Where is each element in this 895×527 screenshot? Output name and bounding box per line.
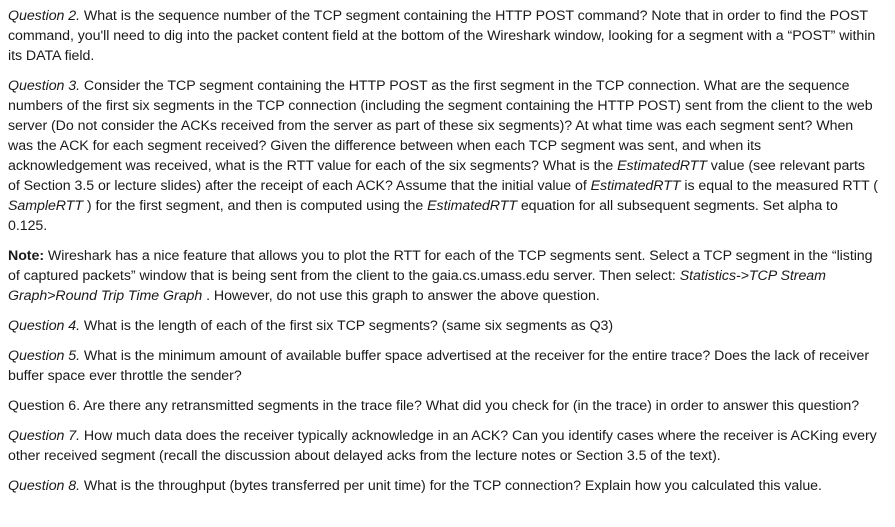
question-3-term-2: EstimatedRTT [590,178,681,194]
question-3-text-4: ) for the first segment, and then is com… [82,198,428,214]
question-7-text: How much data does the receiver typicall… [8,428,877,464]
question-4-label: Question 4. [8,318,81,334]
question-4: Question 4. What is the length of each o… [8,316,878,336]
question-6-text: Question 6. Are there any retransmitted … [8,398,860,414]
question-7: Question 7. How much data does the recei… [8,426,878,466]
question-3-label: Question 3. [8,78,81,94]
note-label: Note: [8,248,45,264]
question-3-text-3: is equal to the measured RTT ( [680,178,878,194]
question-8-text: What is the throughput (bytes transferre… [80,478,822,494]
question-8-label: Question 8. [8,478,81,494]
question-6: Question 6. Are there any retransmitted … [8,396,878,416]
question-3-term-1: EstimatedRTT [617,158,707,174]
question-5-text: What is the minimum amount of available … [8,348,870,384]
question-2: Question 2. What is the sequence number … [8,6,878,66]
question-2-label: Question 2. [8,8,81,24]
question-3-term-4: EstimatedRTT [427,198,517,214]
question-5: Question 5. What is the minimum amount o… [8,346,878,386]
question-2-text: What is the sequence number of the TCP s… [8,8,876,64]
question-4-text: What is the length of each of the first … [80,318,614,334]
question-8: Question 8. What is the throughput (byte… [8,476,878,496]
question-3-term-3: SampleRTT [8,198,83,214]
document-body: Question 2. What is the sequence number … [8,6,878,506]
question-3: Question 3. Consider the TCP segment con… [8,76,878,236]
question-5-label: Question 5. [8,348,81,364]
note-paragraph: Note: Wireshark has a nice feature that … [8,246,878,306]
question-7-label: Question 7. [8,428,81,444]
note-text-2: . However, do not use this graph to answ… [202,288,600,304]
